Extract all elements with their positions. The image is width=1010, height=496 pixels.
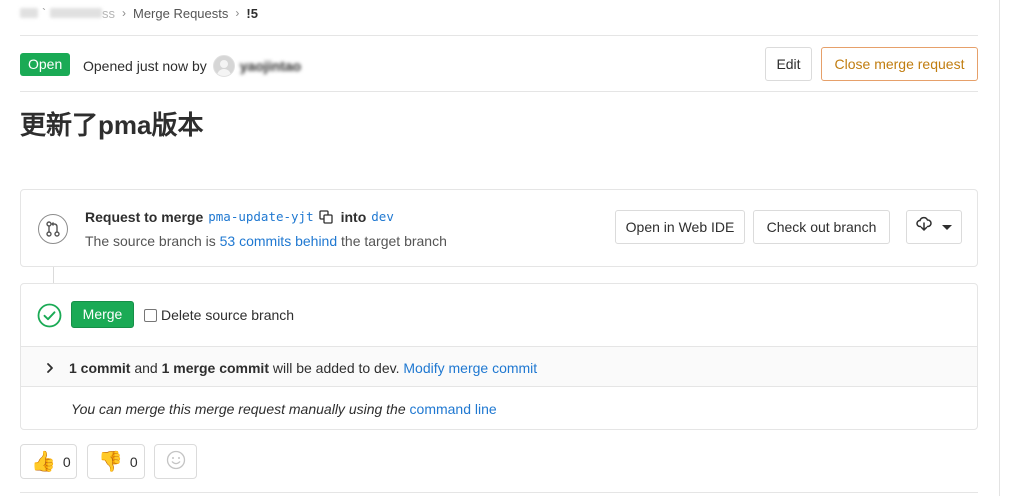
divider <box>20 91 978 92</box>
edit-button[interactable]: Edit <box>765 47 812 81</box>
request-prefix: Request to merge <box>85 209 204 225</box>
thumbs-down-count: 0 <box>129 453 138 470</box>
target-branch-link[interactable]: dev <box>371 208 394 226</box>
breadcrumb-merge-requests[interactable]: Merge Requests <box>133 6 228 21</box>
chevron-right-icon[interactable] <box>45 361 55 373</box>
divider <box>20 35 978 36</box>
breadcrumb-project-blurred[interactable] <box>50 8 102 18</box>
behind-suffix: the target branch <box>341 233 447 249</box>
commit-count: 1 commit <box>69 360 131 376</box>
commits-behind-link[interactable]: 53 commits behind <box>220 233 338 249</box>
add-reaction-button[interactable] <box>154 444 197 479</box>
source-branch-link[interactable]: pma-update-yjt <box>208 208 313 226</box>
thumbs-up-count: 0 <box>62 453 71 470</box>
manual-merge-text: You can merge this merge request manuall… <box>71 401 406 417</box>
smiley-icon <box>166 450 186 473</box>
open-web-ide-button[interactable]: Open in Web IDE <box>615 210 745 244</box>
check-circle-icon <box>37 303 62 328</box>
divider <box>20 492 978 493</box>
merge-widget: Merge Delete source branch 1 commit and … <box>20 283 978 430</box>
copy-icon[interactable] <box>318 210 333 224</box>
opened-text: Opened just now by <box>83 58 207 74</box>
close-merge-request-button[interactable]: Close merge request <box>821 47 978 81</box>
thumbs-up-icon: 👍 <box>31 450 56 473</box>
avatar[interactable] <box>212 55 235 77</box>
page-title: 更新了pma版本 <box>20 110 204 140</box>
source-branch-widget: Request to merge pma-update-yjt into dev… <box>20 189 978 267</box>
added-to-text: will be added to dev. <box>272 360 400 376</box>
cloud-download-icon <box>916 211 932 243</box>
command-line-link[interactable]: command line <box>410 401 497 417</box>
widget-connector <box>53 267 54 283</box>
delete-source-branch-checkbox[interactable] <box>144 308 157 322</box>
thumbs-up-award-button[interactable]: 👍 0 <box>20 444 77 479</box>
breadcrumb-current[interactable]: !5 <box>246 6 258 21</box>
breadcrumb-separator: ` <box>42 6 46 20</box>
behind-prefix: The source branch is <box>85 233 216 249</box>
breadcrumb-group-blurred[interactable] <box>20 8 38 18</box>
into-label: into <box>340 209 367 225</box>
breadcrumb: ` ss › Merge Requests › !5 <box>20 4 258 22</box>
commits-summary: 1 commit and 1 merge commit will be adde… <box>69 359 537 377</box>
thumbs-down-icon: 👎 <box>98 450 123 473</box>
merge-request-branches: Request to merge pma-update-yjt into dev <box>85 208 398 226</box>
branch-behind-info: The source branch is 53 commits behind t… <box>85 232 447 250</box>
commits-info-row[interactable]: 1 commit and 1 merge commit will be adde… <box>21 346 977 387</box>
check-out-branch-button[interactable]: Check out branch <box>753 210 890 244</box>
thumbs-down-award-button[interactable]: 👎 0 <box>87 444 145 479</box>
modify-merge-commit-link[interactable]: Modify merge commit <box>403 360 537 376</box>
delete-source-branch-option[interactable]: Delete source branch <box>144 306 294 324</box>
manual-merge-info: You can merge this merge request manuall… <box>71 400 497 418</box>
breadcrumb-separator: › <box>122 6 126 20</box>
delete-source-branch-label[interactable]: Delete source branch <box>161 306 294 324</box>
merge-request-icon <box>38 214 68 244</box>
breadcrumb-project-suffix[interactable]: ss <box>102 6 115 21</box>
opened-by-info: Opened just now by yaojintao <box>83 55 301 77</box>
merge-commit-count: 1 merge commit <box>161 360 269 376</box>
breadcrumb-separator: › <box>235 6 240 20</box>
and-text: and <box>134 360 158 376</box>
download-dropdown-button[interactable] <box>906 210 962 244</box>
merge-button[interactable]: Merge <box>71 301 134 328</box>
status-badge: Open <box>20 53 71 76</box>
author-name[interactable]: yaojintao <box>240 57 301 75</box>
merge-request-page: ` ss › Merge Requests › !5 Open Opened j… <box>0 0 1000 496</box>
chevron-down-icon <box>942 224 952 230</box>
